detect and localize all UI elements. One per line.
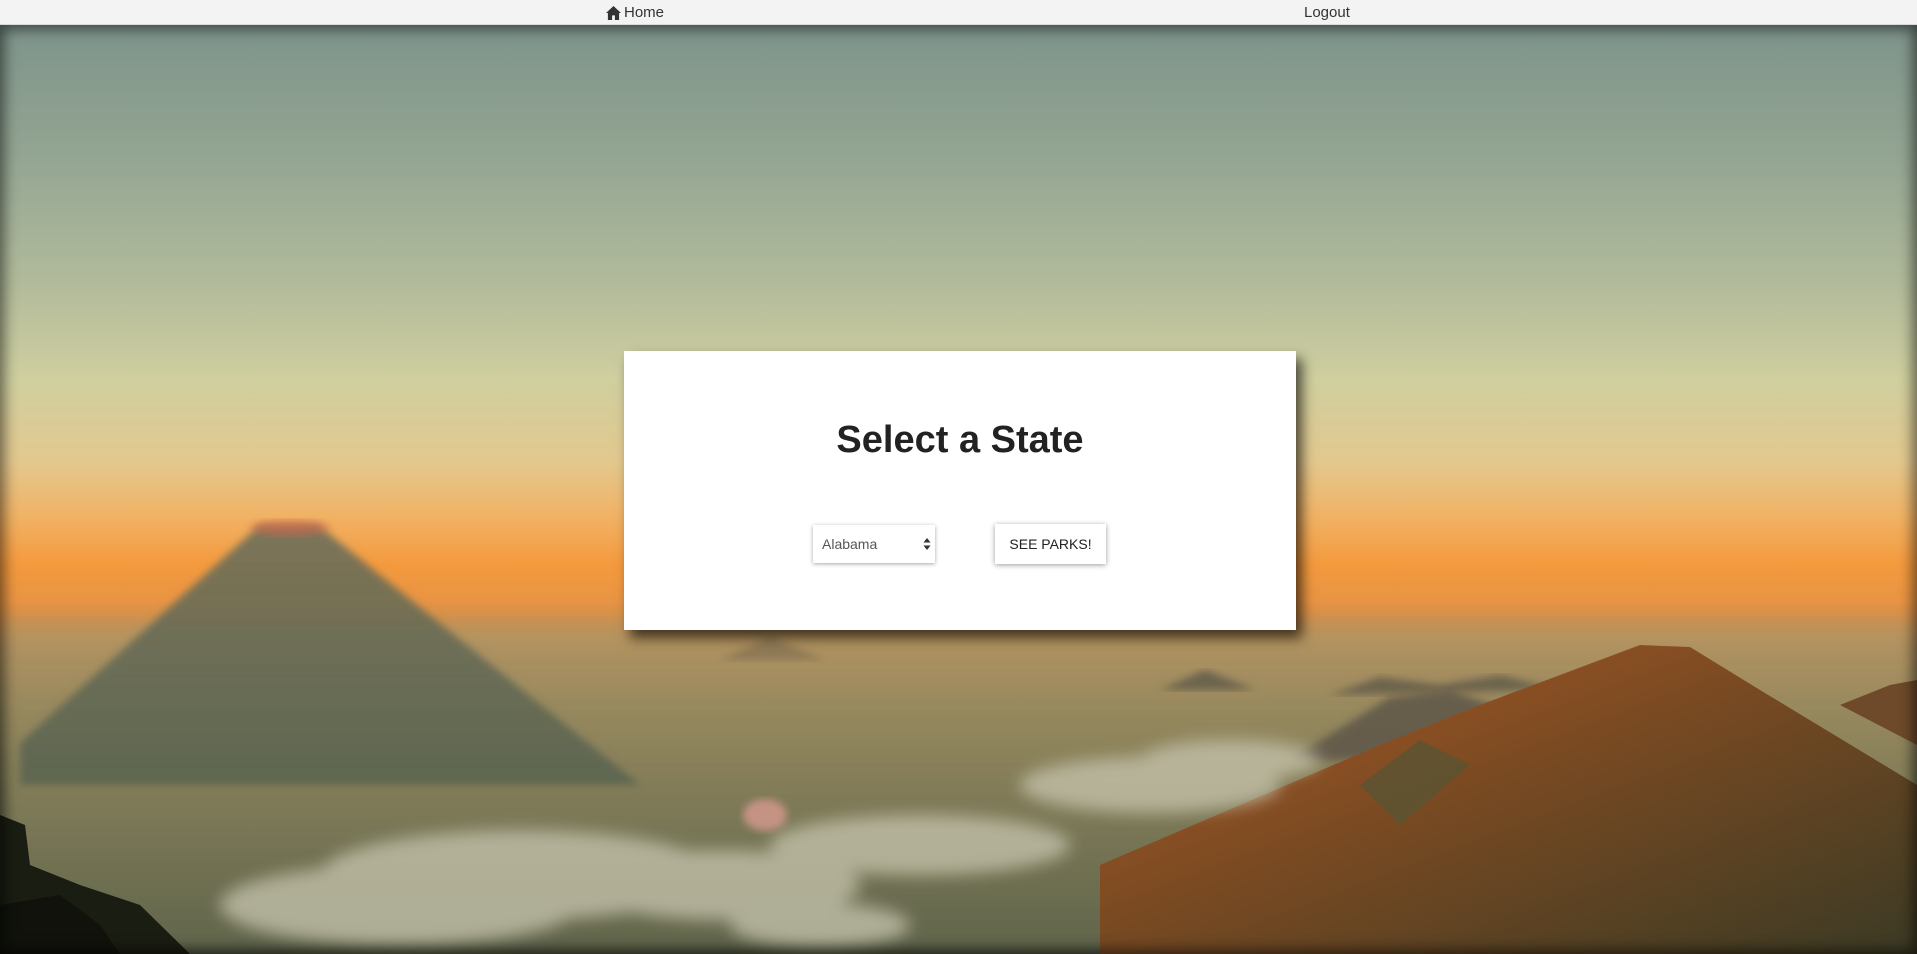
home-link-label: Home <box>624 4 665 21</box>
state-select[interactable]: Alabama <box>813 525 935 563</box>
state-select-value: Alabama <box>822 536 878 552</box>
select-arrows-icon <box>923 538 931 550</box>
home-link[interactable]: Home <box>606 4 664 21</box>
home-icon <box>606 5 621 20</box>
page-title: Select a State <box>836 419 1084 461</box>
state-selection-card: Select a State Alabama SEE PARKS! <box>624 351 1296 630</box>
top-nav-bar: Home Logout <box>0 0 1917 25</box>
see-parks-button[interactable]: SEE PARKS! <box>995 524 1106 564</box>
logout-link[interactable]: Logout <box>1304 4 1350 21</box>
